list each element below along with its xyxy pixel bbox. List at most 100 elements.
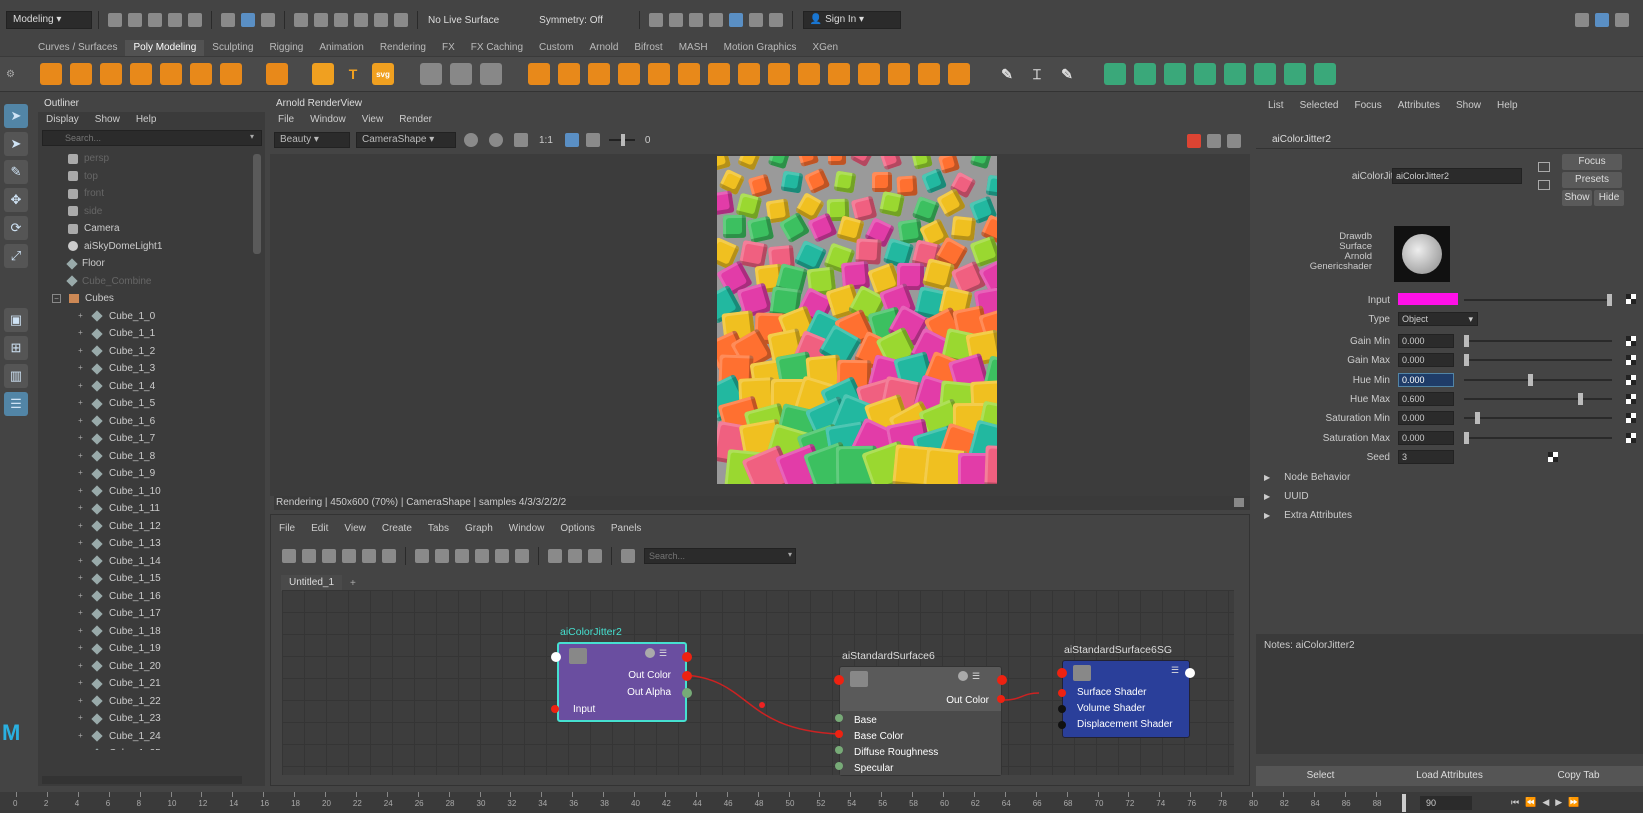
node-graph-canvas[interactable]: aiColorJitter2 ☰ Out Color Out Alpha Inp… <box>282 590 1234 776</box>
triangulate-icon[interactable] <box>798 63 820 85</box>
search-options-icon[interactable]: ▾ <box>250 132 254 141</box>
plus-icon[interactable]: + <box>76 381 85 391</box>
jitter-shader-icon[interactable] <box>645 648 655 658</box>
poly-torus-icon[interactable] <box>160 63 182 85</box>
toggle-attribute-editor-icon[interactable] <box>1595 13 1609 27</box>
save-scene-icon[interactable] <box>148 13 162 27</box>
channel-icon[interactable] <box>464 133 478 147</box>
shelf-tab-mash[interactable]: MASH <box>671 40 716 56</box>
cleanup-icon[interactable] <box>918 63 940 85</box>
add-tab-button[interactable]: + <box>342 578 364 589</box>
crop-icon[interactable] <box>514 133 528 147</box>
outliner-item-cube[interactable]: + Cube_1_5 <box>68 395 265 413</box>
sg-surface-shader-port[interactable] <box>1058 689 1066 697</box>
poly-disc-icon[interactable] <box>220 63 242 85</box>
standard-specular-port[interactable] <box>835 762 843 770</box>
full-view-icon[interactable] <box>455 549 469 563</box>
ae-node-name-field[interactable] <box>1392 168 1522 184</box>
uv-auto-icon[interactable] <box>1194 63 1216 85</box>
select-hierarchy-icon[interactable] <box>221 13 235 27</box>
ae-menu-help[interactable]: Help <box>1489 98 1526 114</box>
toggle-channel-box-icon[interactable] <box>1615 13 1629 27</box>
sg-input-master-port[interactable] <box>1057 668 1067 678</box>
poly-cylinder-icon[interactable] <box>100 63 122 85</box>
single-view-icon[interactable]: ▣ <box>4 308 28 332</box>
ae-node-tab[interactable]: aiColorJitter2 <box>1268 132 1335 148</box>
shelf-tab-bifrost[interactable]: Bifrost <box>626 40 670 56</box>
outliner-item-cube[interactable]: + Cube_1_17 <box>68 605 265 623</box>
connected-view-icon[interactable] <box>435 549 449 563</box>
quadrangulate-icon[interactable] <box>828 63 850 85</box>
shelf-tab-xgen[interactable]: XGen <box>804 40 846 56</box>
plus-icon[interactable]: + <box>76 661 85 671</box>
render-settings-icon[interactable] <box>708 13 723 27</box>
plus-icon[interactable]: + <box>76 591 85 601</box>
poly-plane-icon[interactable] <box>190 63 212 85</box>
shelf-menu-icon[interactable]: ⚙ <box>6 69 22 80</box>
outliner-item[interactable]: side <box>68 203 265 221</box>
jitter-input-master-port[interactable] <box>551 652 561 662</box>
ae-menu-focus[interactable]: Focus <box>1346 98 1389 114</box>
pause-icon[interactable] <box>768 13 783 27</box>
shelf-tab-animation[interactable]: Animation <box>311 40 371 56</box>
standard-input-master-port[interactable] <box>834 675 844 685</box>
plus-icon[interactable]: + <box>76 696 85 706</box>
arnold-render-icon[interactable] <box>748 13 763 27</box>
ratio-label[interactable]: 1:1 <box>539 135 553 146</box>
plus-icon[interactable]: + <box>76 469 85 478</box>
node-search-options-icon[interactable]: ▾ <box>788 550 792 559</box>
map-button-icon[interactable] <box>1626 374 1636 385</box>
live-surface-label[interactable]: No Live Surface <box>428 15 499 26</box>
select-tool-icon[interactable]: ➤ <box>4 104 28 128</box>
four-view-icon[interactable]: ⊞ <box>4 336 28 360</box>
step-back-key-icon[interactable]: ⏪ <box>1525 797 1536 808</box>
shading-group-node[interactable]: ☰ Surface Shader Volume Shader Displacem… <box>1062 660 1190 738</box>
ae-menu-show[interactable]: Show <box>1448 98 1489 114</box>
ae-input-connections-icon[interactable] <box>1538 162 1550 172</box>
collapse-icon[interactable] <box>708 63 730 85</box>
undo-icon[interactable] <box>168 13 182 27</box>
outliner-item-cube[interactable]: + Cube_1_1 <box>68 325 265 343</box>
smooth-icon[interactable] <box>480 63 502 85</box>
show-button[interactable]: Show <box>1562 190 1592 206</box>
renderview-menu-window[interactable]: Window <box>302 112 354 128</box>
input-slider[interactable] <box>1464 294 1612 306</box>
render-log-icon[interactable] <box>1234 498 1244 507</box>
exposure-icon[interactable] <box>585 133 600 147</box>
uv-spherical-icon[interactable] <box>1164 63 1186 85</box>
standard-surface-node[interactable]: ☰ Out Color Base Base Color Diffuse Roug… <box>839 666 1002 776</box>
uv-layout-icon[interactable] <box>1254 63 1276 85</box>
outliner-item-cube[interactable]: + Cube_1_23 <box>68 710 265 728</box>
outliner-item-cube[interactable]: + Cube_1_0 <box>68 308 265 326</box>
renderview-menu-view[interactable]: View <box>354 112 392 128</box>
plus-icon[interactable]: + <box>76 644 85 653</box>
super-shape-icon[interactable] <box>312 63 334 85</box>
separate-icon[interactable] <box>450 63 472 85</box>
sign-in-button[interactable]: 👤 Sign In ▾ <box>802 11 901 29</box>
standard-diffuse-roughness-port[interactable] <box>835 746 843 754</box>
symmetry-dropdown[interactable]: Symmetry: Off <box>539 15 603 26</box>
outliner-item-cube[interactable]: + Cube_1_2 <box>68 343 265 361</box>
scale-tool-icon[interactable]: ⤢ <box>4 244 28 268</box>
region-icon[interactable] <box>564 133 579 147</box>
outliner-item[interactable]: front <box>68 185 265 203</box>
load-attributes-button[interactable]: Load Attributes <box>1385 766 1514 786</box>
current-time-marker[interactable] <box>1402 794 1406 812</box>
outliner-item-cube[interactable]: + Cube_1_24 <box>68 728 265 746</box>
node-editor-menu-options[interactable]: Options <box>552 521 602 537</box>
outliner-item-cube[interactable]: + Cube_1_7 <box>68 430 265 448</box>
plus-icon[interactable]: + <box>76 311 85 321</box>
plus-icon[interactable]: + <box>76 609 85 618</box>
node-editor-menu-window[interactable]: Window <box>501 521 553 537</box>
map-button-icon[interactable] <box>1548 451 1558 462</box>
fill-hole-icon[interactable] <box>648 63 670 85</box>
renderview-menu-render[interactable]: Render <box>391 112 440 128</box>
poly-cone-icon[interactable] <box>130 63 152 85</box>
input-slider-knob[interactable] <box>1607 294 1612 306</box>
outliner-item[interactable]: top <box>68 168 265 186</box>
gain-min-slider-knob[interactable] <box>1464 335 1469 347</box>
bookmark-icon[interactable] <box>588 549 602 563</box>
plus-icon[interactable]: + <box>76 346 85 356</box>
combine-icon[interactable] <box>420 63 442 85</box>
aov-dropdown[interactable]: Beauty ▾ <box>274 132 350 148</box>
